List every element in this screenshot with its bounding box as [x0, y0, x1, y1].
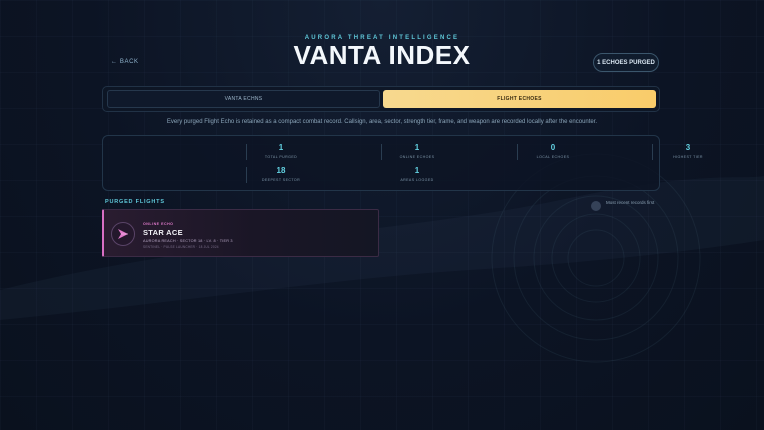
stat-label: TOTAL PURGED: [264, 155, 298, 159]
stat-divider: [246, 167, 247, 183]
stat-areas-logged: 1 AREAS LOGGED: [349, 166, 485, 182]
page-description: Every purged Flight Echo is retained as …: [166, 119, 598, 125]
stat-value: 1: [414, 143, 420, 152]
stat-deepest-sector: 18 DEEPEST SECTOR: [213, 166, 349, 182]
stats-panel: 1 TOTAL PURGED 1 ONLINE ECHOES 0 LOCAL E…: [102, 135, 703, 191]
stat-label: AREAS LOGGED: [400, 178, 434, 182]
stat-value: 1: [278, 143, 284, 152]
ship-icon: [111, 222, 135, 246]
stat-divider: [517, 144, 518, 160]
section-title-purged-flights: PURGED FLIGHTS: [105, 199, 165, 205]
record-kind: ONLINE ECHO: [143, 222, 174, 226]
tab-vanta-echoes[interactable]: VANTA ECHNS: [107, 90, 380, 108]
tab-flight-echoes[interactable]: FLIGHT ECHOES: [383, 90, 656, 108]
stat-label: ONLINE ECHOES: [399, 155, 435, 159]
stat-highest-tier: 3 HIGHEST TIER: [620, 143, 756, 159]
echoes-purged-badge: 1 ECHOES PURGED: [593, 53, 659, 72]
record-callsign: STAR ACE: [143, 228, 183, 237]
record-loadout: SENTINEL · PULSE LAUNCHER · 18 JUL 2024: [143, 245, 219, 249]
stat-divider: [381, 144, 382, 160]
record-meta: AURORA REACH · SECTOR 18 · LV. 8 · TIER …: [143, 239, 233, 243]
tab-bar: VANTA ECHNS FLIGHT ECHOES: [102, 86, 660, 112]
flight-record-card[interactable]: ONLINE ECHO STAR ACE AURORA REACH · SECT…: [102, 209, 379, 257]
stat-value: 0: [550, 143, 556, 152]
stat-value: 3: [685, 143, 691, 152]
stat-value: 18: [276, 166, 286, 175]
stat-label: LOCAL ECHOES: [536, 155, 570, 159]
stat-total-purged: 1 TOTAL PURGED: [213, 143, 349, 159]
stat-divider: [652, 144, 653, 160]
stat-local-echoes: 0 LOCAL ECHOES: [485, 143, 621, 159]
stat-divider: [246, 144, 247, 160]
stat-label: HIGHEST TIER: [673, 155, 703, 159]
stat-label: DEEPEST SECTOR: [261, 178, 301, 182]
stat-value: 1: [414, 166, 420, 175]
stat-online-echoes: 1 ONLINE ECHOES: [349, 143, 485, 159]
sort-note: Most recent records first: [606, 200, 655, 205]
